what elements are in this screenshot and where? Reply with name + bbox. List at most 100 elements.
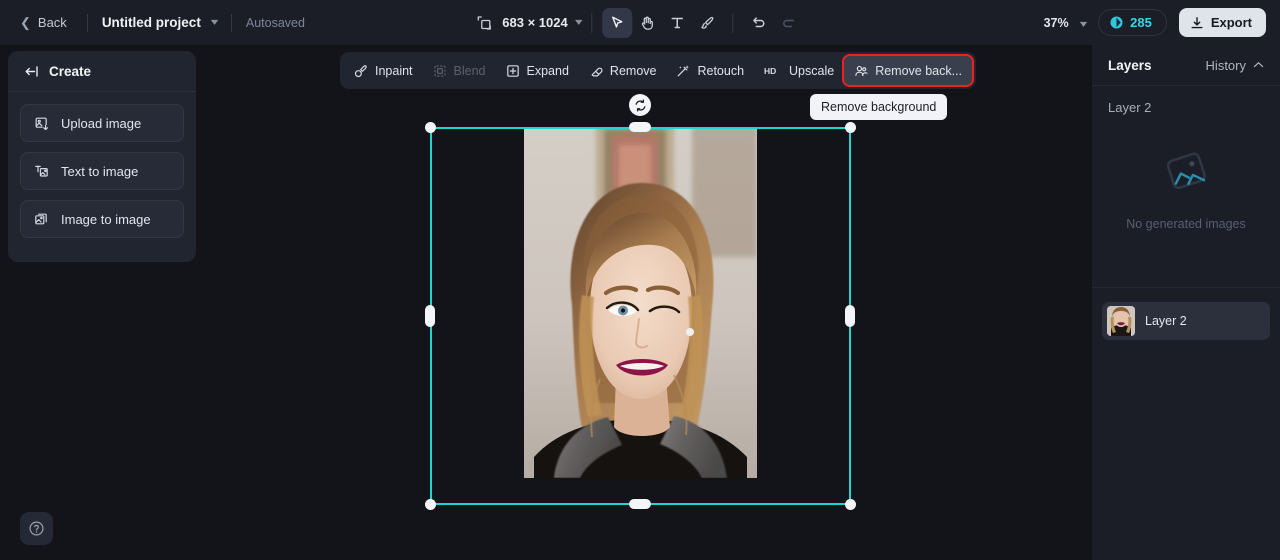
text-tool-button[interactable] bbox=[663, 8, 693, 38]
eraser-icon bbox=[589, 64, 603, 78]
select-tool-button[interactable] bbox=[602, 7, 633, 38]
credits-value: 285 bbox=[1130, 15, 1152, 30]
cursor-icon bbox=[610, 15, 626, 31]
chevron-down-icon[interactable]: ▾ bbox=[1080, 19, 1088, 30]
toolbar-item-label: Blend bbox=[453, 63, 486, 78]
sidebar-item-image-to-image[interactable]: Image to image bbox=[20, 200, 184, 238]
canvas-size-value: 683 × 1024 bbox=[502, 15, 568, 30]
project-title: Untitled project bbox=[101, 15, 201, 30]
expand-icon bbox=[506, 64, 520, 78]
resize-handle-bottom-center[interactable] bbox=[629, 499, 651, 509]
layer-thumbnail bbox=[1107, 306, 1135, 336]
rotate-icon bbox=[634, 98, 647, 112]
upload-image-icon bbox=[34, 116, 49, 131]
inpaint-brush-icon bbox=[354, 64, 368, 78]
toolbar-item-label: Upscale bbox=[789, 63, 835, 78]
empty-state-text: No generated images bbox=[1126, 217, 1246, 231]
rotate-handle[interactable] bbox=[629, 94, 651, 116]
resize-handle-middle-left[interactable] bbox=[425, 305, 435, 327]
image-placeholder-icon bbox=[1158, 149, 1214, 197]
layer-name: Layer 2 bbox=[1145, 314, 1187, 328]
toolbar-item-inpaint[interactable]: Inpaint bbox=[344, 56, 423, 85]
sidebar-item-upload-image[interactable]: Upload image bbox=[20, 104, 184, 142]
blend-icon bbox=[433, 64, 447, 78]
text-to-image-icon bbox=[34, 164, 49, 179]
generated-images-empty-state: No generated images bbox=[1092, 149, 1280, 231]
undo-icon bbox=[750, 14, 767, 31]
sidebar-items: Upload image Text to image Image to imag… bbox=[8, 92, 196, 250]
sidebar-title: Create bbox=[49, 63, 92, 79]
layers-panel: Layers History Layer 2 No generated imag… bbox=[1092, 45, 1280, 560]
image-editor-app: ❮ Back Untitled project ▾ Autosaved 683 … bbox=[0, 0, 1280, 560]
chevron-left-icon: ❮ bbox=[20, 15, 31, 30]
toolbar-item-retouch[interactable]: Retouch bbox=[666, 56, 754, 85]
help-button[interactable] bbox=[20, 512, 53, 545]
brush-tool-button[interactable] bbox=[693, 8, 723, 38]
hand-tool-button[interactable] bbox=[633, 8, 663, 38]
redo-button[interactable] bbox=[774, 8, 804, 38]
toolbar-item-remove[interactable]: Remove bbox=[579, 56, 667, 85]
resize-handle-top-center[interactable] bbox=[629, 122, 651, 132]
sidebar-item-label: Image to image bbox=[61, 211, 151, 227]
zoom-control[interactable]: 37% ▾ bbox=[1043, 14, 1088, 32]
layers-panel-header: Layers History bbox=[1092, 45, 1280, 86]
chevron-down-icon[interactable]: ▾ bbox=[211, 17, 219, 28]
toolbar-item-blend: Blend bbox=[423, 56, 496, 85]
edit-toolbar: Inpaint Blend Expand Remove Retouch HD U… bbox=[340, 52, 977, 89]
export-label: Export bbox=[1210, 15, 1252, 30]
undo-button[interactable] bbox=[744, 8, 774, 38]
divider bbox=[86, 13, 88, 32]
svg-text:HD: HD bbox=[764, 66, 776, 76]
create-sidebar: Create Upload image Text to image Image … bbox=[8, 51, 196, 262]
hand-icon bbox=[640, 15, 656, 31]
toolbar-item-expand[interactable]: Expand bbox=[496, 56, 579, 85]
sidebar-item-text-to-image[interactable]: Text to image bbox=[20, 152, 184, 190]
chevron-up-icon bbox=[1253, 61, 1264, 69]
tab-history[interactable]: History bbox=[1206, 58, 1264, 73]
autosave-status: Autosaved bbox=[245, 15, 305, 30]
divider bbox=[732, 12, 734, 33]
divider bbox=[230, 13, 232, 32]
resize-handle-bottom-left[interactable] bbox=[425, 499, 436, 510]
zoom-value: 37% bbox=[1043, 15, 1069, 30]
top-bar-left: ❮ Back Untitled project ▾ Autosaved bbox=[0, 11, 305, 34]
resize-handle-bottom-right[interactable] bbox=[845, 499, 856, 510]
top-bar-right: 37% ▾ 285 Export bbox=[1044, 0, 1266, 45]
sidebar-item-label: Text to image bbox=[61, 163, 139, 179]
back-button[interactable]: ❮ Back bbox=[14, 11, 73, 34]
resize-handle-top-right[interactable] bbox=[845, 122, 856, 133]
toolbar-item-label: Inpaint bbox=[375, 63, 413, 78]
credits-badge[interactable]: 285 bbox=[1098, 9, 1167, 36]
gem-icon bbox=[1110, 16, 1123, 29]
sidebar-item-label: Upload image bbox=[61, 115, 142, 131]
divider bbox=[591, 12, 593, 33]
download-icon bbox=[1190, 16, 1204, 30]
resize-handle-top-left[interactable] bbox=[425, 122, 436, 133]
toolbar-item-label: Retouch bbox=[697, 63, 745, 78]
text-icon bbox=[670, 15, 686, 31]
canvas-size-icon bbox=[476, 15, 492, 31]
toolbar-item-upscale[interactable]: HD Upscale bbox=[754, 56, 844, 85]
toolbar-item-label: Remove back... bbox=[875, 63, 963, 78]
top-bar-center: 683 × 1024 ▾ bbox=[476, 0, 803, 45]
help-question-icon bbox=[28, 520, 45, 537]
layer-row[interactable]: Layer 2 bbox=[1102, 302, 1270, 340]
chevron-down-icon[interactable]: ▾ bbox=[575, 17, 583, 28]
image-to-image-icon bbox=[34, 212, 49, 227]
sidebar-header: Create bbox=[8, 51, 196, 92]
top-bar: ❮ Back Untitled project ▾ Autosaved 683 … bbox=[0, 0, 1280, 45]
tab-history-label: History bbox=[1205, 57, 1246, 73]
divider bbox=[1092, 287, 1280, 288]
resize-handle-middle-right[interactable] bbox=[845, 305, 855, 327]
remove-background-icon bbox=[854, 64, 868, 78]
hd-icon: HD bbox=[764, 65, 782, 77]
toolbar-item-label: Expand bbox=[526, 63, 569, 78]
tooltip-remove-background: Remove background bbox=[810, 94, 948, 120]
export-button[interactable]: Export bbox=[1178, 8, 1266, 37]
tab-layers[interactable]: Layers bbox=[1108, 58, 1152, 73]
layers-section-label: Layer 2 bbox=[1108, 100, 1152, 115]
brush-icon bbox=[700, 15, 716, 31]
redo-icon bbox=[780, 14, 797, 31]
toolbar-item-remove-background[interactable]: Remove back... bbox=[842, 54, 975, 87]
collapse-left-icon[interactable] bbox=[24, 64, 39, 79]
